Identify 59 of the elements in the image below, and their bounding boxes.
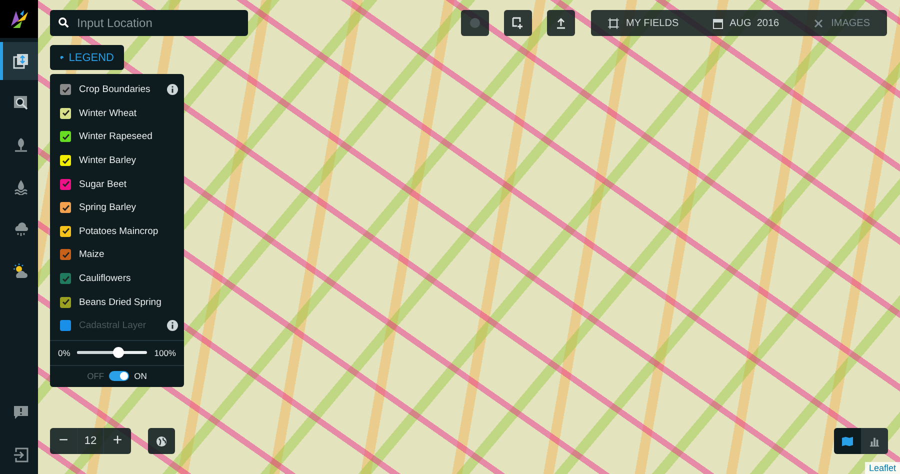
max-label: 100% <box>154 348 176 358</box>
sun-cloud-icon <box>12 263 28 279</box>
layer-label: Cadastral Layer <box>79 320 148 332</box>
layer-label: Beans Dried Spring <box>79 296 162 308</box>
off-label: OFF <box>87 370 104 381</box>
zoom-level: 12 <box>77 428 104 454</box>
zoom-out-button[interactable]: − <box>50 428 77 454</box>
upload-icon <box>556 18 566 28</box>
logo-icon <box>0 0 38 38</box>
globe-icon <box>156 436 167 446</box>
layer-label: Winter Rapeseed <box>79 131 154 142</box>
on-label: ON <box>134 370 147 381</box>
layer-label: Crop Boundaries <box>79 84 152 96</box>
globe-button[interactable] <box>148 428 175 454</box>
layer-label: Winter Barley <box>79 155 138 166</box>
layer-label: Winter Wheat <box>79 108 138 119</box>
layer-checkbox[interactable] <box>60 273 71 284</box>
my-fields-button[interactable]: MY FIELDS <box>608 18 679 28</box>
bar-chart-icon <box>869 436 880 446</box>
min-label: 0% <box>58 348 70 358</box>
toggle-switch[interactable] <box>109 370 130 381</box>
layer-checkbox[interactable] <box>60 108 71 119</box>
layers-icon <box>12 53 28 69</box>
add-shape-icon <box>512 17 524 29</box>
layer-label: Cauliflowers <box>79 273 132 284</box>
layer-checkbox[interactable] <box>60 155 71 166</box>
calendar-icon <box>712 18 723 28</box>
upload-button[interactable] <box>547 10 575 36</box>
legend-button[interactable]: LEGEND <box>50 45 124 70</box>
circle-icon <box>470 18 480 28</box>
map-search-icon <box>12 95 28 111</box>
layer-checkbox[interactable] <box>60 202 71 214</box>
field-shape-icon <box>608 18 619 28</box>
add-shape-button[interactable] <box>504 10 532 36</box>
rain-cloud-icon <box>12 221 28 237</box>
map-icon <box>842 436 853 446</box>
logout-icon <box>12 447 28 463</box>
layer-checkbox[interactable] <box>60 178 71 190</box>
layer-checkbox[interactable] <box>60 249 71 260</box>
water-drop-icon <box>12 179 28 195</box>
view-tab[interactable] <box>861 428 888 454</box>
zoom-in-button[interactable]: + <box>104 428 131 454</box>
layer-checkbox[interactable] <box>60 296 71 308</box>
layer-checkbox[interactable] <box>60 131 71 142</box>
date-button[interactable]: AUG 2016 <box>712 18 780 28</box>
layer-checkbox[interactable] <box>60 226 71 237</box>
layer-label: Potatoes Maincrop <box>79 226 160 237</box>
info-icon[interactable] <box>167 84 178 96</box>
sidebar-tab[interactable] <box>0 42 38 80</box>
layer-label: Maize <box>79 249 106 260</box>
feedback-icon <box>12 405 28 421</box>
plant-icon <box>12 137 28 153</box>
attribution-link[interactable]: Leaflet <box>864 462 900 474</box>
layer-label: Sugar Beet <box>79 178 128 190</box>
layer-checkbox[interactable] <box>60 84 71 96</box>
search-icon <box>58 17 69 28</box>
view-tab[interactable] <box>834 428 861 454</box>
layer-label: Spring Barley <box>79 202 138 214</box>
search-field[interactable]: Input Location <box>50 10 248 36</box>
